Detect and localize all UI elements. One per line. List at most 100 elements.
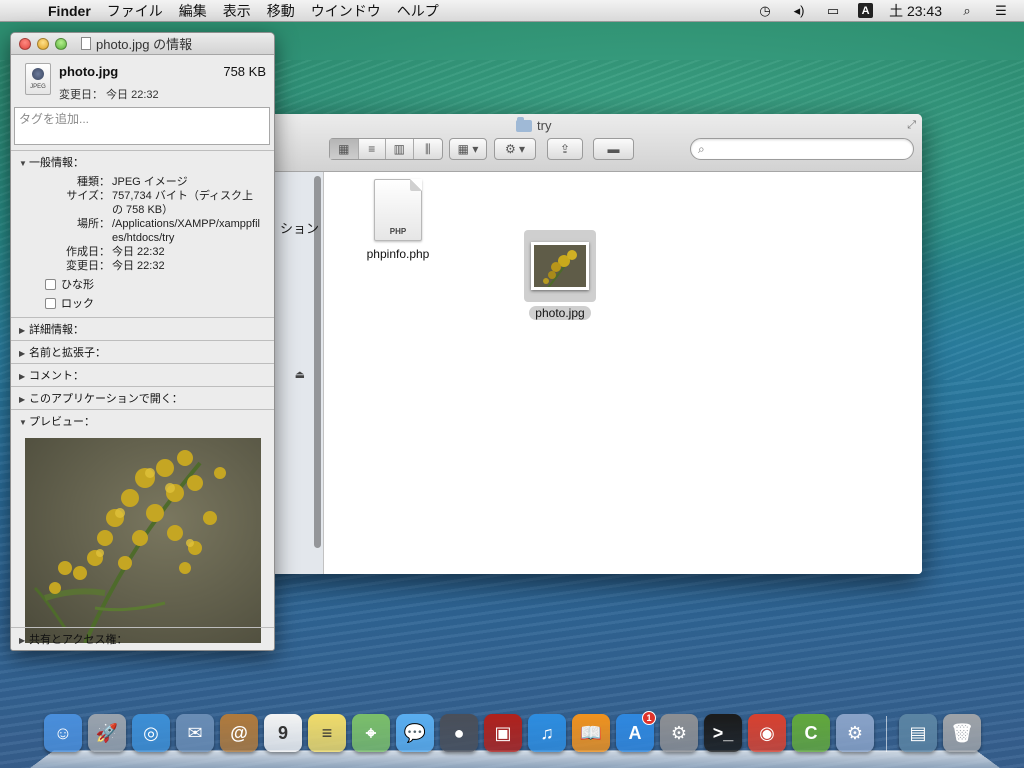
menu-finder[interactable]: Finder	[40, 3, 99, 19]
info-filename: photo.jpg	[59, 64, 119, 79]
file-item[interactable]: PHP phpinfo.php	[358, 179, 438, 261]
menu-bar: Finder ファイル 編集 表示 移動 ウインドウ ヘルプ ◷ ◂) ▭ A …	[0, 0, 1024, 22]
menu-edit[interactable]: 編集	[171, 1, 215, 21]
menu-help[interactable]: ヘルプ	[389, 1, 447, 21]
fullscreen-icon[interactable]: ⤢	[907, 119, 916, 132]
documents-stack-icon[interactable]: ▤	[899, 714, 937, 752]
dock-shelf	[30, 750, 1000, 768]
launchpad-icon[interactable]: 🚀	[88, 714, 126, 752]
section-open-with[interactable]: ▶ このアプリケーションで開く：	[11, 386, 274, 409]
scrollbar-thumb[interactable]	[314, 176, 321, 548]
stationery-label: ひな形	[61, 279, 94, 291]
finder-content[interactable]: PHP phpinfo.php photo.jpg	[324, 172, 922, 574]
info-title-text: photo.jpg の情報	[96, 37, 193, 52]
tag-input[interactable]: タグを追加...	[14, 107, 270, 145]
action-button[interactable]: ⚙ ▾	[494, 138, 536, 160]
disclosure-open-icon: ▼	[19, 159, 27, 168]
where-value: /Applications/XAMPP/xamppfiles/htdocs/tr…	[112, 218, 260, 244]
system-preferences-icon[interactable]: ⚙	[660, 714, 698, 752]
disclosure-closed-icon: ▶	[19, 395, 26, 404]
appstore-icon[interactable]: A1	[616, 711, 656, 752]
list-view-button[interactable]: ≡	[359, 139, 387, 159]
icon-view-button[interactable]: ▦	[330, 139, 359, 159]
arrange-button[interactable]: ▦ ▾	[449, 138, 487, 160]
file-item-selected[interactable]: photo.jpg	[520, 230, 600, 320]
section-sharing[interactable]: ▶ 共有とアクセス権：	[11, 627, 274, 650]
mail-icon[interactable]: ✉	[176, 714, 214, 752]
get-info-window: photo.jpg の情報 JPEG photo.jpg 758 KB 変更日：…	[10, 32, 275, 651]
disclosure-closed-icon: ▶	[19, 326, 26, 335]
tags-button[interactable]: ▬	[593, 138, 634, 160]
safari-icon[interactable]: ◎	[132, 714, 170, 752]
photobooth-icon[interactable]: ▣	[484, 714, 522, 752]
finder-window: try ⤢ ▦ ≡ ▥ ⫼ ▦ ▾ ⚙ ▾ ⇪ ▬ ⌕ ション ⏏ PHP ph…	[262, 114, 922, 574]
view-mode-segmented: ▦ ≡ ▥ ⫼	[329, 138, 443, 160]
menu-window[interactable]: ウインドウ	[303, 1, 389, 21]
checkbox-box[interactable]	[45, 297, 56, 309]
ibooks-icon[interactable]: 📖	[572, 714, 610, 752]
folder-icon	[516, 116, 532, 132]
coverflow-view-button[interactable]: ⫼	[414, 139, 442, 159]
section-comments[interactable]: ▶ コメント：	[11, 363, 274, 386]
coda-icon[interactable]: C	[792, 714, 830, 752]
input-source-icon[interactable]: A	[858, 3, 874, 18]
finder-window-title: try	[516, 116, 552, 133]
disclosure-closed-icon: ▶	[19, 372, 26, 381]
utility-icon[interactable]: ⚙	[836, 714, 874, 752]
info-titlebar[interactable]: photo.jpg の情報	[11, 33, 274, 55]
section-name-ext[interactable]: ▶ 名前と拡張子：	[11, 340, 274, 363]
chrome-icon[interactable]: ◉	[748, 714, 786, 752]
notes-icon[interactable]: ≡	[308, 714, 346, 752]
finder-icon[interactable]: ☺	[44, 714, 82, 752]
sidebar-scrollbar[interactable]	[312, 172, 324, 574]
column-view-button[interactable]: ▥	[386, 139, 414, 159]
section-name-ext-label: 名前と拡張子：	[29, 347, 106, 359]
itunes-icon[interactable]: ♫	[528, 714, 566, 752]
photo-preview	[25, 438, 261, 643]
info-header: JPEG photo.jpg 758 KB 変更日： 今日 22:32	[11, 55, 274, 107]
tag-placeholder: タグを追加...	[19, 112, 90, 126]
general-info-panel: 種類： JPEG イメージ サイズ： 757,734 バイト（ディスク上の 758 …	[11, 173, 274, 317]
messages-icon[interactable]: 💬	[396, 714, 434, 752]
stationery-checkbox[interactable]: ひな形	[45, 276, 274, 292]
finder-search-input[interactable]: ⌕	[690, 138, 914, 160]
share-button[interactable]: ⇪	[547, 138, 583, 160]
battery-icon[interactable]: ▭	[824, 3, 842, 19]
contacts-icon[interactable]: @	[220, 714, 258, 752]
facetime-icon[interactable]: ●	[440, 714, 478, 752]
terminal-icon[interactable]: >_	[704, 714, 742, 752]
eject-icon[interactable]: ⏏	[295, 368, 305, 381]
disclosure-open-icon: ▼	[19, 418, 27, 427]
section-general-label: 一般情報：	[29, 157, 84, 169]
menu-go[interactable]: 移動	[259, 1, 303, 21]
section-open-with-label: このアプリケーションで開く：	[29, 393, 183, 405]
menu-view[interactable]: 表示	[215, 1, 259, 21]
checkbox-box[interactable]	[45, 278, 56, 290]
menubar-clock[interactable]: 土 23:43	[889, 1, 942, 21]
notification-center-icon[interactable]: ☰	[992, 3, 1010, 19]
modified-label: 変更日：	[66, 260, 110, 272]
section-more-info[interactable]: ▶ 詳細情報：	[11, 317, 274, 340]
section-more-info-label: 詳細情報：	[29, 324, 84, 336]
locked-checkbox[interactable]: ロック	[45, 295, 274, 311]
document-icon	[81, 37, 91, 50]
zoom-button[interactable]	[55, 37, 67, 50]
section-preview-label: プレビュー：	[29, 416, 95, 428]
menu-file[interactable]: ファイル	[99, 1, 171, 21]
spotlight-icon[interactable]: ⌕	[958, 3, 976, 19]
minimize-button[interactable]	[37, 37, 49, 50]
section-preview[interactable]: ▼ プレビュー：	[11, 409, 274, 432]
maps-icon[interactable]: ⌖	[352, 714, 390, 752]
section-general[interactable]: ▼ 一般情報：	[11, 150, 274, 173]
calendar-icon[interactable]: 9	[264, 714, 302, 752]
finder-titlebar[interactable]: try ⤢ ▦ ≡ ▥ ⫼ ▦ ▾ ⚙ ▾ ⇪ ▬ ⌕	[262, 114, 922, 172]
created-value: 今日 22:32	[112, 246, 165, 258]
size-value: 757,734 バイト（ディスク上の 758 KB）	[112, 190, 254, 216]
time-machine-icon[interactable]: ◷	[756, 3, 774, 19]
trash-icon[interactable]: 🗑	[943, 714, 981, 752]
info-modified: 変更日： 今日 22:32	[59, 89, 159, 101]
dock: ☺ 🚀 ◎ ✉ @9 ≡ ⌖ 💬 ● ▣ ♫ 📖 A 1 ⚙ >_ ◉ C ⚙ ▤ 🗑	[30, 711, 1000, 768]
finder-title-text: try	[537, 118, 552, 133]
close-button[interactable]	[19, 37, 31, 50]
volume-icon[interactable]: ◂)	[790, 3, 808, 19]
